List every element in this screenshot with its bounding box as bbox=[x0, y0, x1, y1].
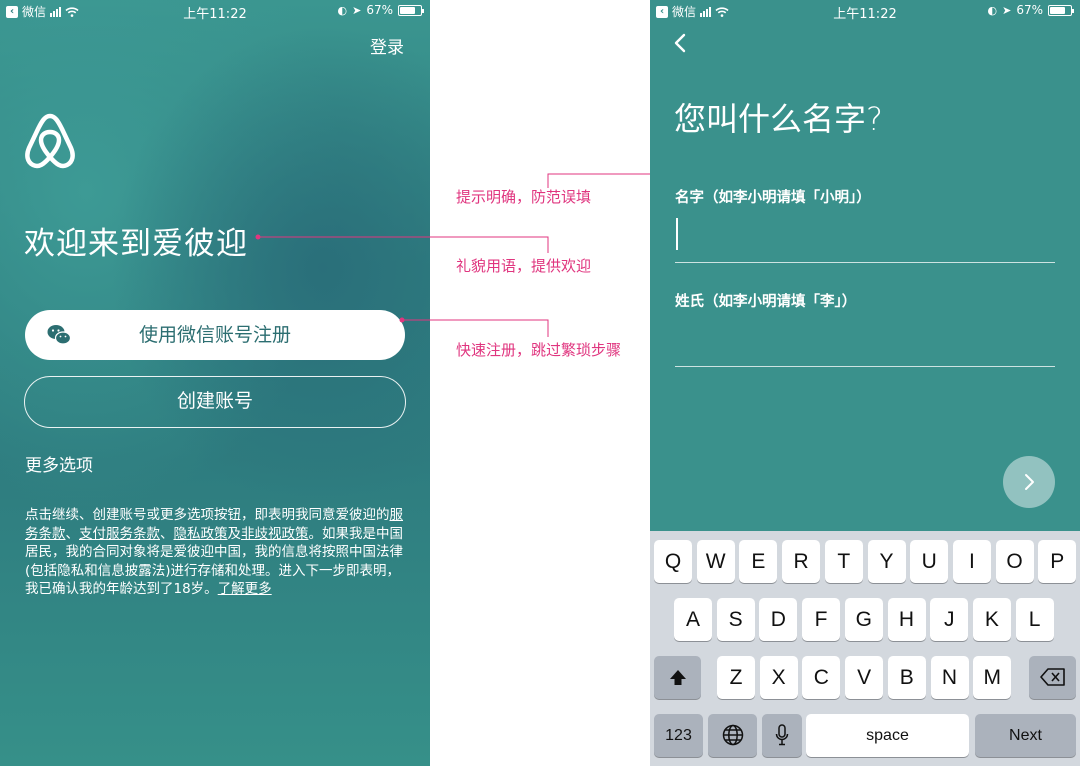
key-d[interactable]: D bbox=[759, 598, 798, 641]
delete-key[interactable] bbox=[1029, 656, 1076, 699]
key-c[interactable]: C bbox=[802, 656, 841, 699]
status-bar: ‹ 微信 上午11:22 ◐ ➤ 67% bbox=[650, 0, 1080, 22]
next-arrow-button[interactable] bbox=[1003, 456, 1055, 508]
key-g[interactable]: G bbox=[844, 598, 883, 641]
globe-key[interactable] bbox=[708, 714, 757, 757]
last-name-input[interactable] bbox=[675, 327, 1055, 367]
key-k[interactable]: K bbox=[972, 598, 1011, 641]
more-options-link[interactable]: 更多选项 bbox=[25, 451, 93, 476]
key-n[interactable]: N bbox=[930, 656, 969, 699]
key-u[interactable]: U bbox=[910, 540, 949, 583]
login-link[interactable]: 登录 bbox=[370, 33, 404, 58]
welcome-heading: 欢迎来到爱彼迎 bbox=[24, 226, 248, 262]
shift-icon bbox=[669, 670, 686, 685]
key-a[interactable]: A bbox=[674, 598, 712, 641]
key-t[interactable]: T bbox=[824, 540, 863, 583]
shift-key[interactable] bbox=[654, 656, 701, 699]
first-name-label: 名字（如李小明请填「小明」） bbox=[675, 190, 871, 206]
airbnb-logo-icon bbox=[25, 113, 75, 169]
microphone-icon bbox=[775, 724, 789, 746]
key-v[interactable]: V bbox=[845, 656, 884, 699]
status-bar: ‹ 微信 上午11:22 ◐ ➤ 67% bbox=[0, 0, 430, 22]
page-title: 您叫什么名字? bbox=[674, 100, 883, 138]
key-w[interactable]: W bbox=[696, 540, 735, 583]
text-cursor bbox=[676, 218, 678, 250]
backspace-icon bbox=[1039, 668, 1065, 686]
key-o[interactable]: O bbox=[995, 540, 1034, 583]
wechat-signup-label: 使用微信账号注册 bbox=[138, 324, 291, 346]
annotation-polite-welcome: 礼貌用语，提供欢迎 bbox=[456, 257, 592, 275]
payment-terms-link[interactable]: 支付服务条款 bbox=[79, 526, 160, 542]
battery-icon bbox=[1048, 4, 1074, 16]
first-name-input[interactable] bbox=[675, 223, 1055, 263]
name-screen: ‹ 微信 上午11:22 ◐ ➤ 67% 您叫什么名字? 名字（如李小明请填「小… bbox=[650, 0, 1080, 766]
key-j[interactable]: J bbox=[930, 598, 969, 641]
key-i[interactable]: I bbox=[952, 540, 991, 583]
annotation-quick-signup: 快速注册，跳过繁琐步骤 bbox=[456, 341, 622, 359]
legal-intro: 点击继续、创建账号或更多选项按钮，即表明我同意爱彼迎的 bbox=[25, 507, 390, 523]
space-key[interactable]: space bbox=[806, 714, 969, 757]
wechat-signup-button[interactable]: 使用微信账号注册 bbox=[25, 310, 405, 360]
status-right: ◐ ➤ 67% bbox=[337, 3, 424, 17]
numbers-key[interactable]: 123 bbox=[654, 714, 703, 757]
wechat-icon bbox=[47, 325, 71, 345]
key-b[interactable]: B bbox=[887, 656, 926, 699]
orientation-lock-icon: ◐ bbox=[987, 3, 998, 17]
learn-more-link[interactable]: 了解更多 bbox=[218, 581, 272, 597]
key-s[interactable]: S bbox=[716, 598, 755, 641]
annotation-clear-prompt: 提示明确，防范误填 bbox=[456, 188, 592, 206]
key-y[interactable]: Y bbox=[867, 540, 906, 583]
key-r[interactable]: R bbox=[782, 540, 821, 583]
legal-sep: 、 bbox=[65, 525, 80, 542]
next-key[interactable]: Next bbox=[975, 714, 1076, 757]
back-arrow-icon[interactable] bbox=[672, 30, 688, 56]
location-icon: ➤ bbox=[352, 3, 362, 17]
nondiscrimination-policy-link[interactable]: 非歧视政策 bbox=[241, 526, 309, 542]
globe-icon bbox=[722, 724, 743, 746]
welcome-screen: ‹ 微信 上午11:22 ◐ ➤ 67% 登录 欢迎来到爱彼迎 使用微信账号注册… bbox=[0, 0, 430, 766]
location-icon: ➤ bbox=[1002, 3, 1012, 17]
key-x[interactable]: X bbox=[759, 656, 798, 699]
key-m[interactable]: M bbox=[973, 656, 1012, 699]
battery-icon bbox=[398, 4, 424, 16]
chevron-right-icon bbox=[1025, 474, 1034, 490]
key-f[interactable]: F bbox=[802, 598, 841, 641]
legal-sep: 、 bbox=[160, 525, 174, 542]
key-p[interactable]: P bbox=[1038, 540, 1077, 583]
key-z[interactable]: Z bbox=[717, 656, 755, 699]
orientation-lock-icon: ◐ bbox=[337, 3, 348, 17]
battery-percent: 67% bbox=[366, 3, 393, 17]
canvas: ‹ 微信 上午11:22 ◐ ➤ 67% 登录 欢迎来到爱彼迎 使用微信账号注册… bbox=[0, 0, 1080, 766]
battery-percent: 67% bbox=[1016, 3, 1043, 17]
key-e[interactable]: E bbox=[739, 540, 778, 583]
key-q[interactable]: Q bbox=[654, 540, 692, 583]
key-l[interactable]: L bbox=[1015, 598, 1054, 641]
key-h[interactable]: H bbox=[887, 598, 926, 641]
legal-sep: 及 bbox=[227, 525, 242, 542]
status-right: ◐ ➤ 67% bbox=[987, 3, 1074, 17]
create-account-button[interactable]: 创建账号 bbox=[24, 376, 406, 428]
keyboard: QWERTYUIOP ASDFGHJKL ZXCVBNM 123 space N… bbox=[650, 531, 1080, 766]
legal-text: 点击继续、创建账号或更多选项按钮，即表明我同意爱彼迎的服务条款、支付服务条款、隐… bbox=[25, 506, 407, 599]
privacy-policy-link[interactable]: 隐私政策 bbox=[174, 526, 228, 542]
dictation-key[interactable] bbox=[762, 714, 802, 757]
last-name-label: 姓氏（如李小明请填「李」） bbox=[675, 294, 857, 310]
